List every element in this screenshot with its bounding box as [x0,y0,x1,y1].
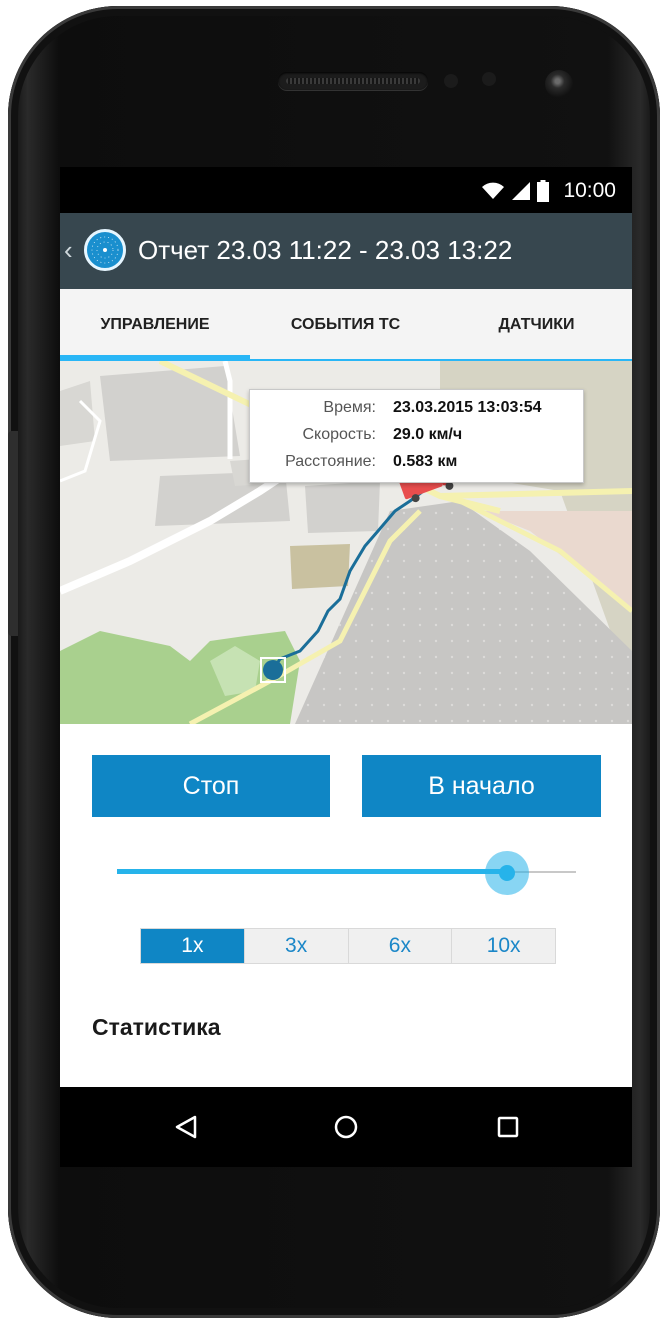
map-view[interactable]: Время: 23.03.2015 13:03:54 Скорость: 29.… [60,361,632,724]
stop-button[interactable]: Стоп [92,755,330,817]
time-label: Время: [323,399,376,416]
speed-value: 29.0 км/ч [393,426,463,443]
radar-logo-icon[interactable] [84,229,126,271]
tab-control[interactable]: УПРАВЛЕНИЕ [60,289,250,361]
front-camera [545,70,573,98]
speed-selector: 1x 3x 6x 10x [140,928,556,964]
page-title: Отчет 23.03 11:22 - 23.03 13:22 [138,235,513,265]
distance-value: 0.583 км [393,453,458,470]
proximity-sensor [444,74,458,88]
navigation-bar [60,1087,632,1167]
time-value: 23.03.2015 13:03:54 [393,399,542,416]
tab-vehicle-events[interactable]: СОБЫТИЯ ТС [250,289,441,361]
speed-option-1x[interactable]: 1x [141,929,244,963]
position-tooltip: Время: 23.03.2015 13:03:54 Скорость: 29.… [249,389,584,483]
speed-option-3x[interactable]: 3x [243,929,348,963]
speed-label: Скорость: [302,426,376,443]
earpiece-speaker [278,72,428,90]
to-start-button[interactable]: В начало [362,755,601,817]
home-circle-icon[interactable] [326,1107,366,1147]
signal-icon [512,182,531,200]
speed-option-6x[interactable]: 6x [347,929,452,963]
tab-sensors[interactable]: ДАТЧИКИ [441,289,632,361]
status-time: 10:00 [563,179,616,202]
battery-icon [537,180,550,202]
chevron-left-icon[interactable]: ‹ [64,237,73,263]
recents-square-icon[interactable] [488,1107,528,1147]
speed-option-10x[interactable]: 10x [451,929,555,963]
distance-label: Расстояние: [285,453,376,470]
tab-bar: УПРАВЛЕНИЕ СОБЫТИЯ ТС ДАТЧИКИ [60,289,632,361]
app-bar: ‹ Отчет 23.03 11:22 - 23.03 13:22 [60,213,632,289]
screen: 10:00 ‹ Отчет 23.03 11:22 - 23.03 13:22 … [60,167,632,1087]
playback-slider-fill [117,869,508,874]
status-bar: 10:00 [60,167,632,213]
playback-controls: Стоп В начало 1x 3x 6x 10x Статистика [60,724,632,1087]
volume-key [8,431,18,636]
back-triangle-icon[interactable] [166,1107,206,1147]
wifi-icon [482,182,505,199]
light-sensor [482,72,496,86]
statistics-heading: Статистика [92,1014,221,1040]
